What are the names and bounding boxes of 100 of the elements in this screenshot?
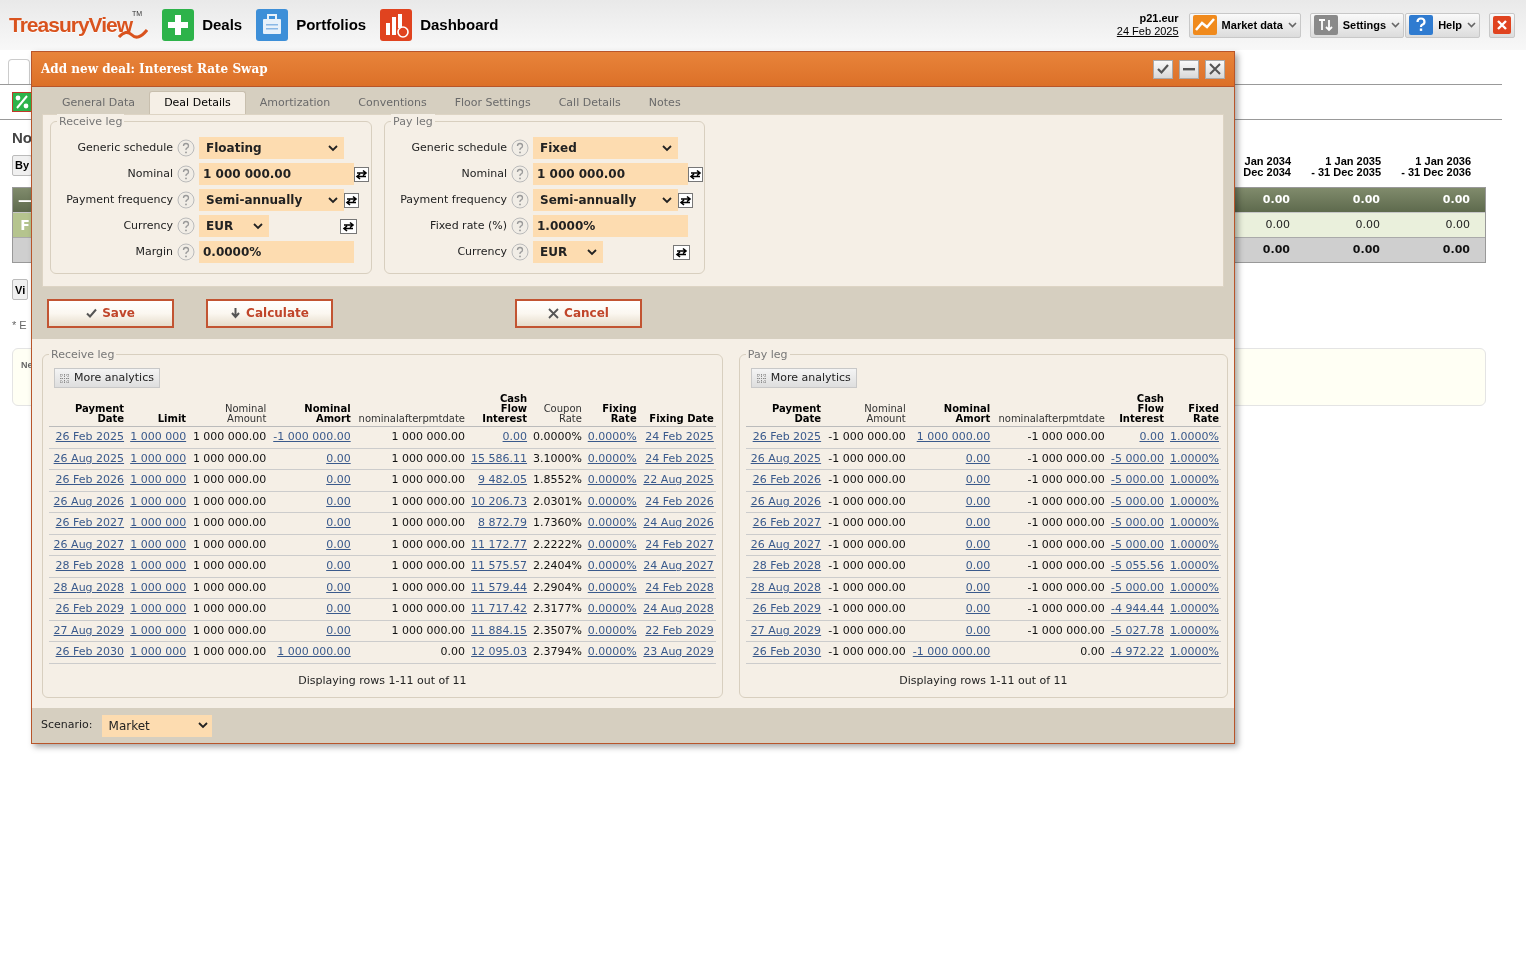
table-link[interactable]: 1.0000% xyxy=(1170,559,1219,572)
table-link[interactable]: 26 Feb 2027 xyxy=(752,516,822,529)
swap-button[interactable] xyxy=(673,244,690,260)
table-link[interactable]: 26 Feb 2025 xyxy=(752,430,822,443)
table-link[interactable]: 1 000 000 xyxy=(130,473,187,486)
table-link[interactable]: 26 Feb 2029 xyxy=(55,602,125,615)
table-link[interactable]: 11 717.42 xyxy=(471,602,528,615)
nav-link[interactable]: Dashboard xyxy=(380,9,499,41)
table-link[interactable]: 12 095.03 xyxy=(471,645,528,658)
dropdown[interactable]: Semi-annually xyxy=(533,189,678,211)
table-link[interactable]: 1.0000% xyxy=(1170,537,1219,551)
table-link[interactable]: 1 000 000 xyxy=(130,537,187,551)
tab[interactable]: Notes xyxy=(634,92,695,114)
menu-button[interactable]: Help xyxy=(1405,12,1480,38)
table-link[interactable]: 1 000 000 xyxy=(130,559,187,572)
swap-button[interactable] xyxy=(344,192,359,208)
table-link[interactable]: 0.00 xyxy=(965,473,991,486)
close-button[interactable] xyxy=(1205,59,1225,79)
table-link[interactable]: 0.00 xyxy=(965,516,991,529)
table-link[interactable]: 0.00 xyxy=(965,494,991,508)
swap-button[interactable] xyxy=(354,166,369,182)
table-link[interactable]: 24 Feb 2028 xyxy=(645,580,714,594)
action-button[interactable]: Calculate xyxy=(206,298,333,328)
table-link[interactable]: 0.00 xyxy=(326,516,351,529)
confirm-button[interactable] xyxy=(1153,59,1173,79)
table-link[interactable]: 26 Feb 2026 xyxy=(55,473,125,486)
table-link[interactable]: 0.00 xyxy=(965,580,991,594)
table-link[interactable]: 11 575.57 xyxy=(471,559,528,572)
minimize-button[interactable] xyxy=(1179,59,1199,79)
table-link[interactable]: 1.0000% xyxy=(1170,516,1219,529)
table-link[interactable]: 0.00 xyxy=(326,623,351,637)
table-link[interactable]: -5 055.56 xyxy=(1111,559,1164,572)
dropdown[interactable]: Fixed xyxy=(533,137,678,159)
input-field[interactable]: 1 000 000.00 xyxy=(533,163,688,185)
table-link[interactable]: 0.00 xyxy=(326,602,351,615)
table-link[interactable]: 1.0000% xyxy=(1170,473,1219,486)
table-link[interactable]: 1 000 000 xyxy=(130,451,187,465)
table-link[interactable]: 11 884.15 xyxy=(471,623,528,637)
input-field[interactable]: 1.0000% xyxy=(533,215,688,237)
table-link[interactable]: 26 Aug 2025 xyxy=(750,451,822,465)
dropdown[interactable]: Floating xyxy=(199,137,344,159)
swap-button[interactable] xyxy=(678,192,693,208)
action-button[interactable]: Cancel xyxy=(515,298,642,328)
table-link[interactable]: 22 Feb 2029 xyxy=(645,623,714,637)
table-link[interactable]: 1.0000% xyxy=(1170,645,1219,658)
table-link[interactable]: -4 972.22 xyxy=(1111,645,1164,658)
table-link[interactable]: 28 Feb 2028 xyxy=(55,559,125,572)
table-link[interactable]: 1.0000% xyxy=(1170,602,1219,615)
nav-link[interactable]: Deals xyxy=(162,9,243,41)
table-link[interactable]: 28 Aug 2028 xyxy=(750,580,822,594)
table-link[interactable]: 1 000 000.00 xyxy=(916,430,991,443)
table-link[interactable]: 0.00 xyxy=(326,494,351,508)
table-link[interactable]: 0.00 xyxy=(965,602,991,615)
table-link[interactable]: 0.00 xyxy=(326,559,351,572)
tab[interactable]: Floor Settings xyxy=(440,92,545,114)
table-link[interactable]: 28 Feb 2028 xyxy=(752,559,822,572)
table-link[interactable]: 27 Aug 2029 xyxy=(53,623,125,637)
swap-button[interactable] xyxy=(340,218,357,234)
tab[interactable]: Amortization xyxy=(245,92,345,114)
table-link[interactable]: 26 Aug 2026 xyxy=(750,494,822,508)
table-link[interactable]: 1.0000% xyxy=(1170,451,1219,465)
table-link[interactable]: 11 579.44 xyxy=(471,580,528,594)
table-link[interactable]: -1 000 000.00 xyxy=(273,430,351,443)
table-link[interactable]: 1.0000% xyxy=(1170,580,1219,594)
table-link[interactable]: 24 Feb 2025 xyxy=(645,430,714,443)
table-link[interactable]: 24 Aug 2026 xyxy=(643,516,714,529)
table-link[interactable]: 1 000 000 xyxy=(130,623,187,637)
table-link[interactable]: 0.00 xyxy=(1139,430,1164,443)
table-link[interactable]: 24 Feb 2026 xyxy=(645,494,714,508)
date-link[interactable]: 24 Feb 2025 xyxy=(1116,25,1179,38)
toolbar-button[interactable]: Vi xyxy=(12,279,29,301)
table-link[interactable]: 24 Feb 2025 xyxy=(645,451,714,465)
table-link[interactable]: 0.00 xyxy=(326,473,351,486)
table-link[interactable]: 1.0000% xyxy=(1170,430,1219,443)
table-link[interactable]: 0.0000% xyxy=(587,516,637,529)
close-button[interactable] xyxy=(1489,12,1515,38)
action-button[interactable]: Save xyxy=(47,298,174,328)
table-link[interactable]: 0.0000% xyxy=(587,559,637,572)
table-link[interactable]: 0.0000% xyxy=(587,430,637,443)
table-link[interactable]: 0.0000% xyxy=(587,494,637,508)
table-link[interactable]: -5 000.00 xyxy=(1111,537,1164,551)
table-link[interactable]: -4 944.44 xyxy=(1111,602,1164,615)
table-link[interactable]: 0.00 xyxy=(965,451,991,465)
tab[interactable]: Deal Details xyxy=(149,91,246,114)
table-link[interactable]: 26 Aug 2025 xyxy=(53,451,125,465)
dropdown[interactable]: EUR xyxy=(199,215,269,237)
table-link[interactable]: 0.0000% xyxy=(587,645,637,658)
tab[interactable]: General Data xyxy=(48,92,150,114)
input-field[interactable]: 0.0000% xyxy=(199,241,354,263)
tab[interactable]: Conventions xyxy=(344,92,441,114)
table-link[interactable]: 0.00 xyxy=(326,580,351,594)
table-link[interactable]: 26 Feb 2030 xyxy=(55,645,125,658)
table-link[interactable]: -5 000.00 xyxy=(1111,473,1164,486)
table-link[interactable]: -5 027.78 xyxy=(1111,623,1164,637)
table-link[interactable]: 0.0000% xyxy=(587,537,637,551)
input-field[interactable]: 1 000 000.00 xyxy=(199,163,354,185)
table-link[interactable]: 0.0000% xyxy=(587,451,637,465)
table-link[interactable]: 1.0000% xyxy=(1170,494,1219,508)
table-link[interactable]: 0.00 xyxy=(965,537,991,551)
table-link[interactable]: 26 Feb 2029 xyxy=(752,602,822,615)
